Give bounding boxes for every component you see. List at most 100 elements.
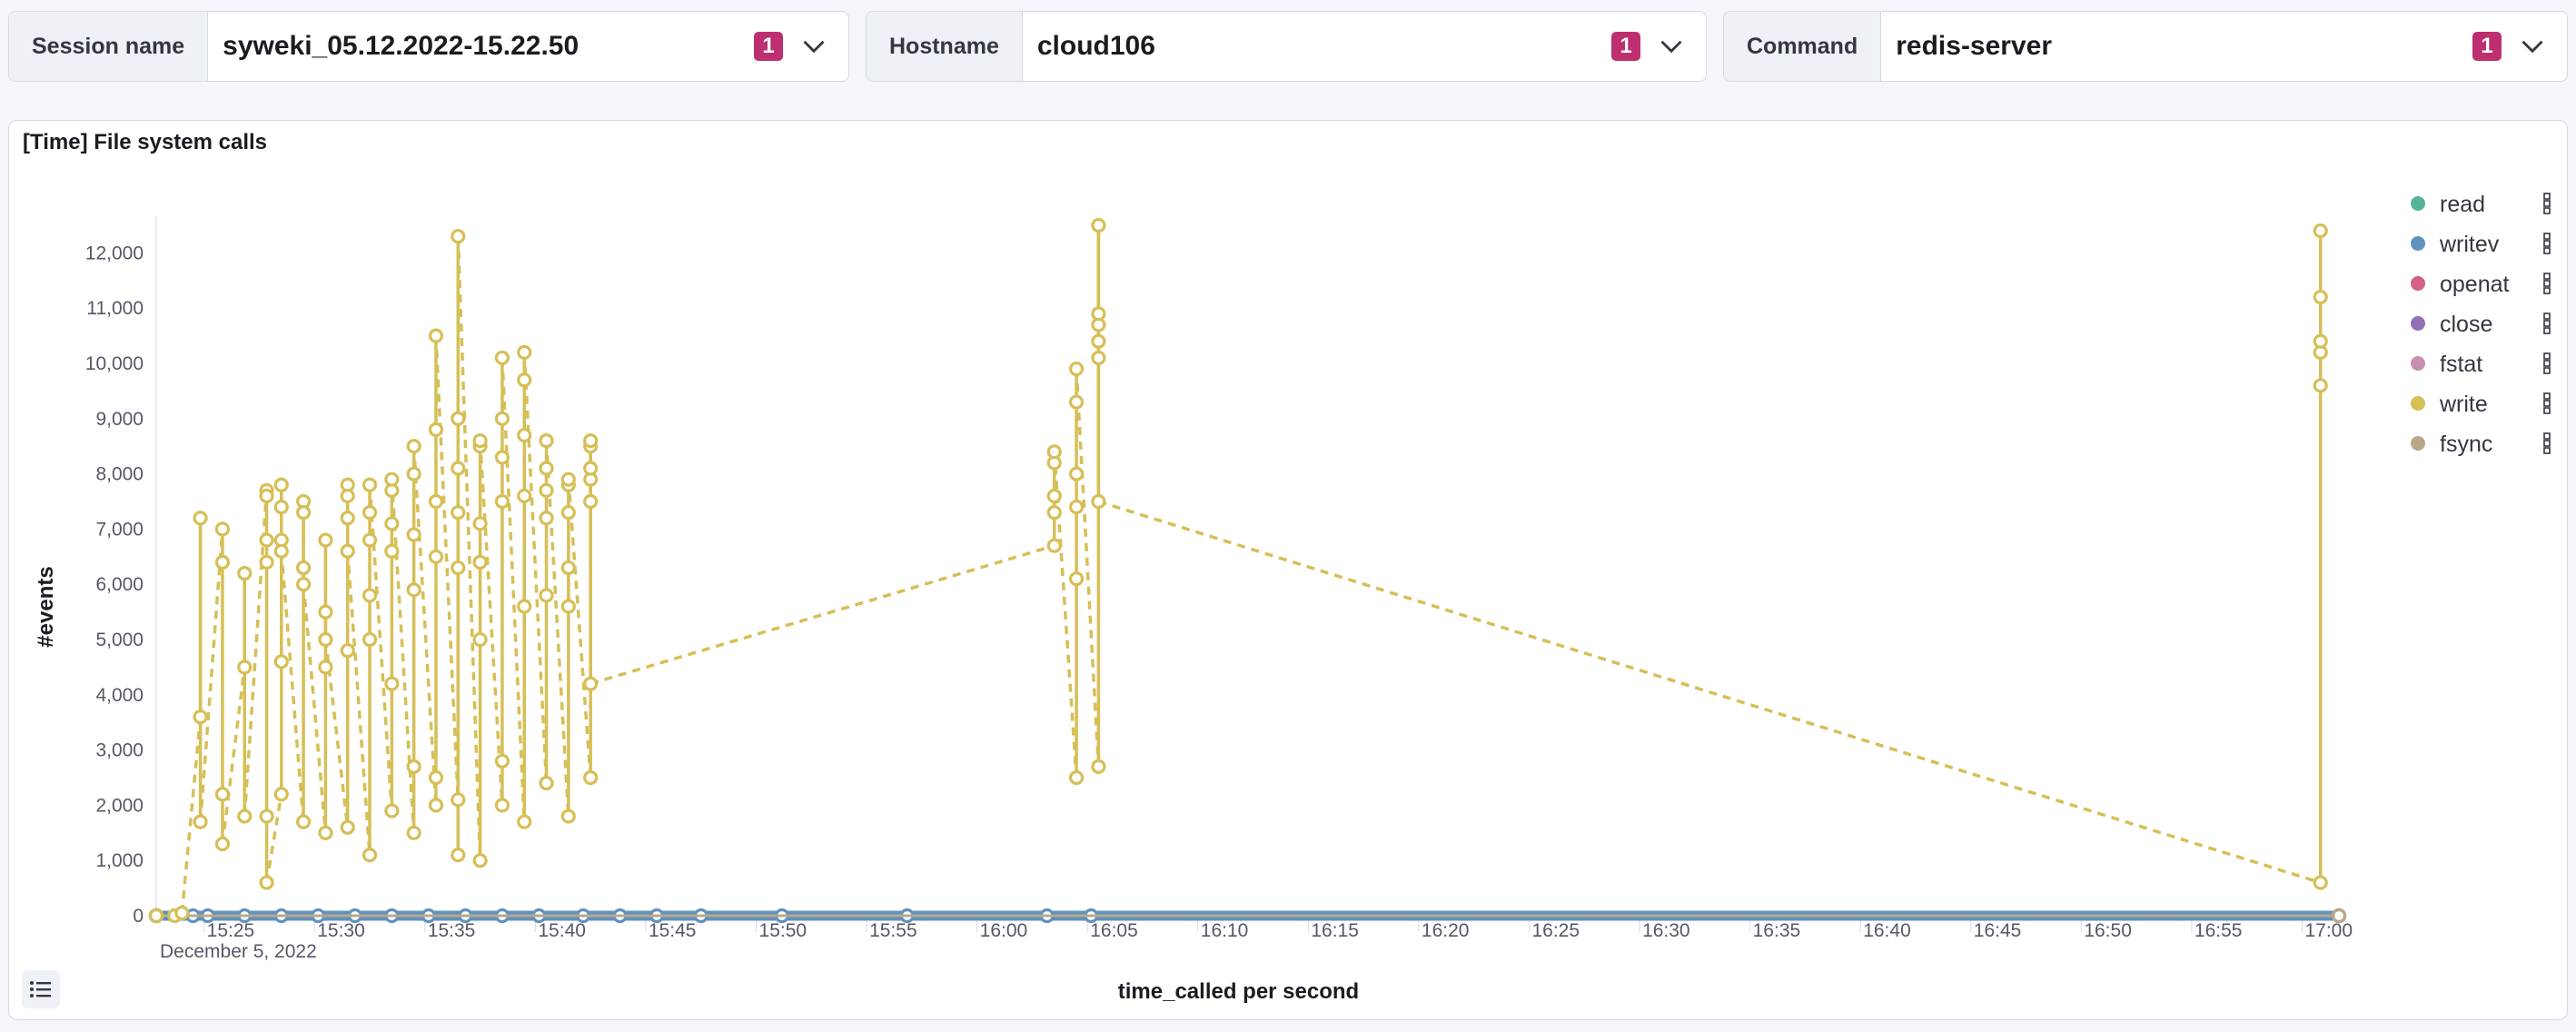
data-point-write[interactable] <box>517 599 532 614</box>
data-point-write[interactable] <box>318 604 333 620</box>
data-point-write[interactable] <box>451 848 466 863</box>
data-point-write[interactable] <box>428 798 444 813</box>
data-point-write[interactable] <box>273 654 289 670</box>
data-point-write[interactable] <box>273 543 289 559</box>
legend-item-write[interactable]: write <box>2411 392 2551 417</box>
data-point-write[interactable] <box>1091 759 1106 774</box>
data-point-write[interactable] <box>1046 505 1062 521</box>
data-point-write[interactable] <box>539 588 554 603</box>
data-point-write[interactable] <box>472 853 488 868</box>
session-name-filter[interactable]: Session name syweki_05.12.2022-15.22.50 … <box>8 11 849 82</box>
data-point-write[interactable] <box>362 631 378 648</box>
data-point-write[interactable] <box>494 798 510 813</box>
data-point-write[interactable] <box>406 466 421 481</box>
data-point-write[interactable] <box>193 814 208 829</box>
data-point-write[interactable] <box>362 532 378 548</box>
data-point-write[interactable] <box>259 554 274 570</box>
data-point-write[interactable] <box>237 660 253 675</box>
command-filter[interactable]: Command redis-server 1 <box>1723 11 2568 82</box>
data-point-write[interactable] <box>318 660 333 675</box>
data-point-write[interactable] <box>1046 538 1062 553</box>
data-point-write[interactable] <box>560 809 576 824</box>
data-point-write[interactable] <box>259 809 274 824</box>
data-point-write[interactable] <box>494 493 510 510</box>
data-point-write[interactable] <box>406 825 421 840</box>
data-point-write[interactable] <box>451 792 466 808</box>
data-point-write[interactable] <box>318 631 333 648</box>
data-point-write[interactable] <box>428 328 444 343</box>
chevron-down-icon[interactable] <box>1659 34 1684 59</box>
data-point-write[interactable] <box>295 814 312 829</box>
data-point-write[interactable] <box>384 516 400 531</box>
data-point-write[interactable] <box>494 411 510 426</box>
legend-item-close[interactable]: close <box>2411 312 2551 337</box>
data-point-write[interactable] <box>362 588 378 603</box>
data-point-write[interactable] <box>428 549 444 564</box>
data-point-write[interactable] <box>428 422 444 438</box>
data-point-write[interactable] <box>318 825 333 840</box>
filter-value[interactable]: redis-server <box>1881 12 2472 81</box>
data-point-write[interactable] <box>340 543 355 559</box>
data-point-write[interactable] <box>2313 378 2328 393</box>
data-point-write[interactable] <box>193 710 208 725</box>
data-point-write[interactable] <box>1091 350 1106 366</box>
data-point-write[interactable] <box>472 631 488 648</box>
data-point-write[interactable] <box>214 836 231 852</box>
data-point-write[interactable] <box>295 560 312 576</box>
data-point-write[interactable] <box>539 511 554 526</box>
hostname-filter[interactable]: Hostname cloud106 1 <box>866 11 1707 82</box>
legend-options-icon[interactable] <box>2543 352 2551 374</box>
data-point-write[interactable] <box>406 759 421 774</box>
legend-options-icon[interactable] <box>2543 313 2551 334</box>
data-point-write[interactable] <box>318 532 333 548</box>
data-point-write[interactable] <box>451 229 466 244</box>
data-point-write[interactable] <box>583 493 599 510</box>
data-point-write[interactable] <box>193 511 208 526</box>
data-point-write[interactable] <box>517 344 532 360</box>
data-point-write[interactable] <box>384 471 400 487</box>
data-point-write[interactable] <box>428 769 444 786</box>
data-point-write[interactable] <box>539 433 554 449</box>
data-point-write[interactable] <box>1068 769 1085 786</box>
legend-item-openat[interactable]: openat <box>2411 272 2551 297</box>
line-chart[interactable]: 0 1,000 2,000 3,000 4,000 5,000 6,000 7,000 8,00… <box>9 121 2567 1019</box>
data-point-write[interactable] <box>2313 289 2328 305</box>
data-point-write[interactable] <box>1091 333 1106 349</box>
data-point-write[interactable] <box>406 582 421 598</box>
filter-value[interactable]: syweki_05.12.2022-15.22.50 <box>208 12 754 81</box>
data-point-write[interactable] <box>517 427 532 443</box>
data-point-write[interactable] <box>214 521 231 537</box>
data-point-write[interactable] <box>237 565 253 581</box>
data-point-write[interactable] <box>2313 223 2328 239</box>
data-point-write[interactable] <box>1068 571 1085 587</box>
data-point-write[interactable] <box>472 516 488 531</box>
data-point-write[interactable] <box>2313 333 2328 349</box>
data-point-write[interactable] <box>494 350 510 366</box>
data-point-write[interactable] <box>237 809 253 824</box>
data-point-write[interactable] <box>560 560 576 576</box>
filter-value[interactable]: cloud106 <box>1023 12 1611 81</box>
data-point-write[interactable] <box>494 450 510 465</box>
data-point-write[interactable] <box>273 787 289 802</box>
data-point-write[interactable] <box>340 643 355 659</box>
data-point-write[interactable] <box>517 372 532 388</box>
legend-options-icon[interactable] <box>2543 193 2551 214</box>
data-point-write[interactable] <box>259 488 274 504</box>
data-point-write[interactable] <box>517 488 532 504</box>
data-point-write[interactable] <box>362 505 378 521</box>
legend-item-fsync[interactable]: fsync <box>2411 432 2551 457</box>
chevron-down-icon[interactable] <box>2520 34 2545 59</box>
data-point-write[interactable] <box>1091 306 1106 322</box>
data-point-write[interactable] <box>1046 444 1062 460</box>
data-point-write[interactable] <box>539 461 554 476</box>
data-point-write[interactable] <box>2313 875 2328 890</box>
legend-options-icon[interactable] <box>2543 233 2551 254</box>
data-point-write[interactable] <box>295 505 312 521</box>
data-point-write[interactable] <box>560 599 576 614</box>
legend-toggle-button[interactable] <box>22 970 60 1008</box>
data-point-write[interactable] <box>583 433 599 449</box>
data-point-write[interactable] <box>340 511 355 526</box>
legend-options-icon[interactable] <box>2543 273 2551 294</box>
legend-item-fstat[interactable]: fstat <box>2411 352 2551 377</box>
data-point-write[interactable] <box>406 439 421 454</box>
